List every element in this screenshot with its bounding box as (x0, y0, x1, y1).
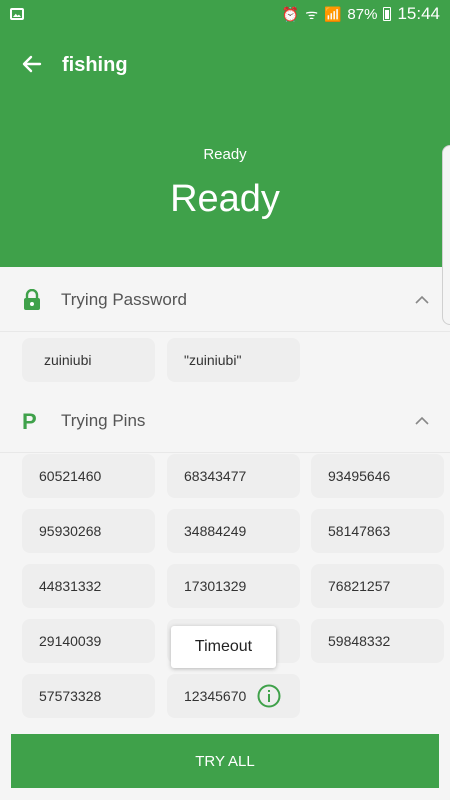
password-section-title: Trying Password (61, 289, 187, 309)
wifi-icon: ᯤ (305, 6, 318, 22)
pin-chip[interactable]: 59848332 (311, 619, 444, 663)
pin-chip[interactable]: 58147863 (311, 509, 444, 553)
page-title: fishing (62, 54, 128, 76)
clock: 15:44 (397, 4, 440, 23)
alarm-icon: ⏰ (281, 6, 300, 22)
password-section-header[interactable]: Trying Password (0, 268, 450, 332)
pin-chip[interactable]: 76821257 (311, 564, 444, 608)
lock-icon (24, 288, 40, 310)
status-bar: ⏰ ᯤ 📶 87% 15:44 (0, 0, 450, 28)
pins-section-header[interactable]: P Trying Pins (0, 389, 450, 453)
pins-section-title: Trying Pins (61, 410, 146, 430)
signal-icon: 📶 (323, 6, 342, 22)
gallery-icon (10, 8, 24, 20)
try-all-button[interactable]: TRY ALL (11, 734, 439, 788)
info-icon[interactable] (257, 684, 281, 708)
pin-chip[interactable]: 60521460 (22, 454, 155, 498)
pin-chip[interactable]: 44831332 (22, 564, 155, 608)
timeout-tooltip: Timeout (171, 626, 276, 668)
password-chip[interactable]: "zuiniubi" (167, 338, 300, 382)
pin-chip[interactable]: 34884249 (167, 509, 300, 553)
battery-percent: 87% (347, 5, 378, 23)
chevron-up-icon[interactable] (414, 292, 430, 308)
chevron-up-icon[interactable] (414, 413, 430, 429)
battery-icon (383, 7, 392, 21)
pin-chip[interactable]: 29140039 (22, 619, 155, 663)
header: fishing Ready Ready (0, 28, 450, 267)
pin-chip-label: 12345670 (184, 688, 247, 704)
pin-chip[interactable]: 17301329 (167, 564, 300, 608)
status-heading: Ready (170, 178, 280, 220)
status-subtitle: Ready (203, 146, 247, 163)
password-chip[interactable]: zuiniubi (22, 338, 155, 382)
pin-chip[interactable]: 93495646 (311, 454, 444, 498)
parking-p-icon: P (22, 409, 37, 434)
back-arrow-icon[interactable] (20, 52, 44, 76)
pin-chip[interactable]: 68343477 (167, 454, 300, 498)
pin-chip[interactable]: 57573328 (22, 674, 155, 718)
pin-chip[interactable]: 95930268 (22, 509, 155, 553)
